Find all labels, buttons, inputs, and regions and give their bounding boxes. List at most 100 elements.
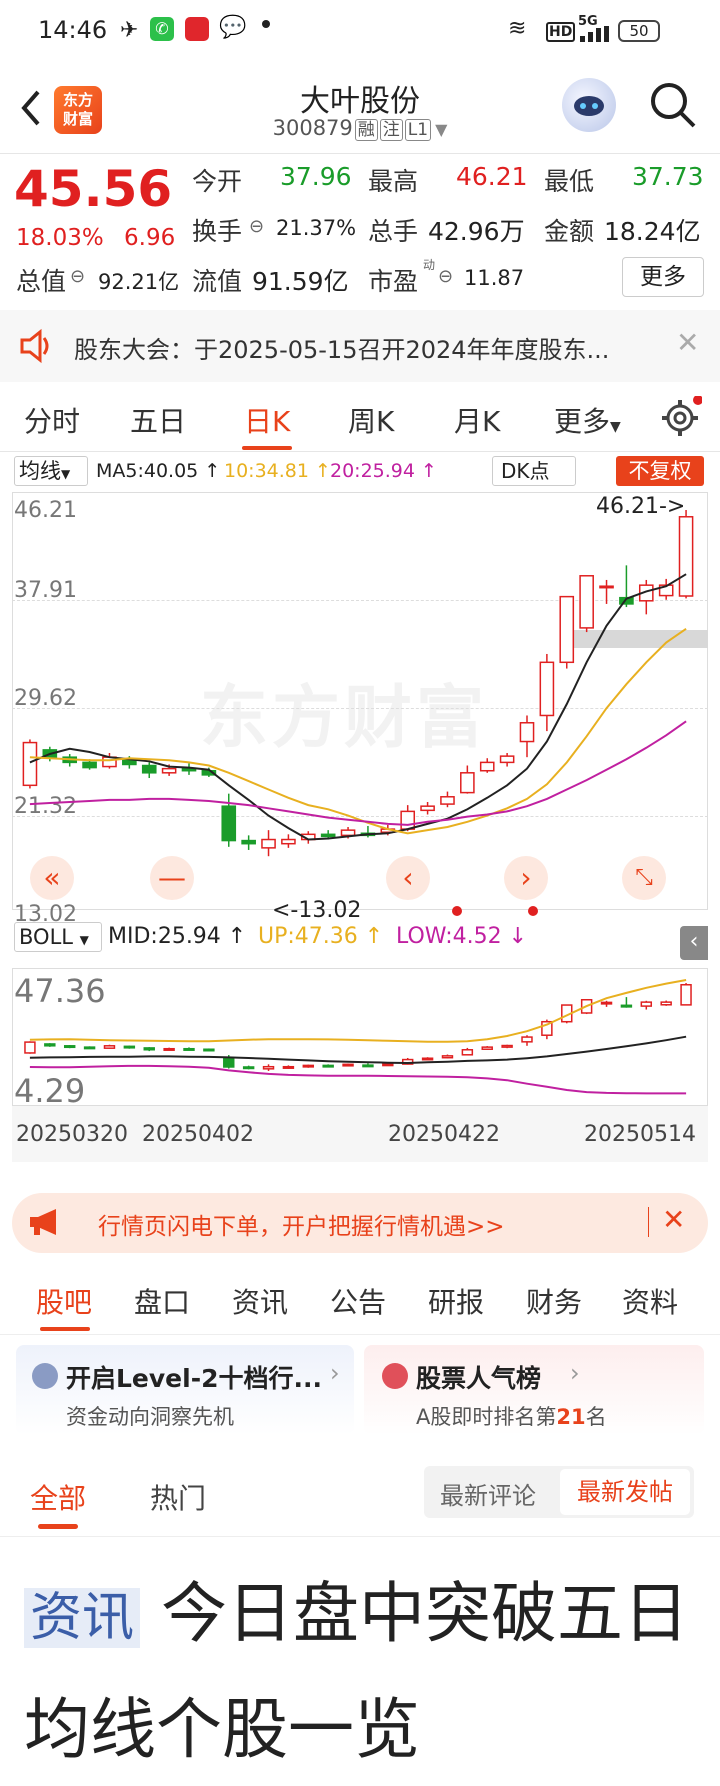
boll-selector[interactable]: BOLL ▼ [14, 922, 102, 952]
settings-icon[interactable] [660, 395, 703, 442]
low-label: 最低 [544, 167, 595, 196]
rank-chart-icon [382, 1363, 408, 1389]
ad-text: 行情页闪电下单，开户把握行情机遇>> [98, 1214, 505, 1240]
kline-candle [82, 761, 97, 769]
tab-guba[interactable]: 股吧 [36, 1281, 92, 1321]
x-tick: 20250402 [142, 1122, 254, 1147]
amount-value: 18.24亿 [604, 217, 701, 246]
tab-five-day[interactable]: 五日 [130, 400, 186, 440]
event-dot[interactable] [528, 906, 538, 916]
boll-low-value: LOW:4.52 [396, 924, 502, 949]
step-left-icon[interactable]: ‹ [386, 856, 430, 900]
notice-banner[interactable]: 股东大会：于2025-05-15召开2024年年度股东... ✕ [0, 310, 720, 382]
collapse-panel-icon[interactable]: ‹ [680, 926, 708, 960]
volume-value: 42.96万 [428, 217, 525, 246]
open-value: 37.96 [280, 162, 352, 191]
tab-daily-k[interactable]: 日K [244, 400, 290, 440]
zoom-out-icon[interactable]: — [150, 856, 194, 900]
min-price-marker: <-13.02 [272, 898, 362, 923]
ma20-line [29, 720, 687, 826]
signal-icon [580, 26, 610, 46]
event-dot[interactable] [452, 906, 462, 916]
trade-ad-banner[interactable]: 行情页闪电下单，开户把握行情机遇>> ✕ [12, 1193, 708, 1253]
sort-latest-post[interactable]: 最新发帖 [560, 1469, 690, 1515]
feed-tab-all[interactable]: 全部 [30, 1477, 86, 1517]
boll-area[interactable] [12, 968, 708, 1106]
total-cap-value: 92.21亿 [98, 270, 180, 294]
popularity-card[interactable]: 股票人气榜 › A股即时排名第21名 [364, 1345, 704, 1435]
high-label: 最高 [368, 167, 419, 196]
megaphone-icon [28, 1207, 68, 1241]
kline-candle [340, 829, 356, 837]
tab-finance[interactable]: 财务 [526, 1281, 582, 1321]
tab-more[interactable]: 更多▼ [554, 400, 621, 440]
info-icon[interactable]: ⊖ [70, 266, 85, 287]
volume-label: 总手 [368, 217, 419, 246]
caret-down-icon: ▼ [610, 419, 621, 435]
feed-tab-hot[interactable]: 热门 [150, 1477, 206, 1517]
caret-down-icon: ▼ [79, 933, 89, 947]
high-value: 46.21 [456, 162, 528, 191]
search-icon[interactable] [648, 80, 698, 134]
popularity-title: 股票人气榜 [416, 1364, 542, 1393]
kline-candle [400, 810, 416, 830]
tab-pankou[interactable]: 盘口 [134, 1281, 190, 1321]
boll-selector-label: BOLL [19, 925, 73, 949]
total-cap-label: 总值 [16, 267, 67, 296]
kline-candle [241, 839, 256, 845]
turnover-value: 21.37% [276, 216, 357, 240]
robot-avatar-icon[interactable] [562, 78, 616, 132]
amount-label: 金额 [544, 217, 595, 246]
wechat-icon: 💬 [219, 15, 247, 40]
phone-icon: ✆ [150, 17, 174, 41]
kline-candle [440, 796, 455, 805]
turnover-info-icon[interactable]: ⊖ [249, 216, 264, 237]
boll-up-label: UP:47.36 ↑ [258, 924, 384, 949]
info-tabs: 股吧 盘口 资讯 公告 研报 财务 资料 [0, 1265, 720, 1335]
tab-monthly-k[interactable]: 月K [454, 400, 500, 440]
close-icon[interactable]: ✕ [676, 326, 699, 359]
scroll-left-icon[interactable]: « [30, 856, 74, 900]
kline-candle [499, 755, 515, 764]
chevron-right-icon: › [330, 1359, 340, 1387]
kline-candle [261, 838, 276, 849]
tab-research[interactable]: 研报 [428, 1281, 484, 1321]
change-percent: 18.03% [16, 225, 104, 251]
article-tag: 资讯 [24, 1587, 141, 1648]
tab-more-label: 更多 [554, 405, 611, 438]
float-cap-label: 流值 [192, 267, 243, 296]
stock-header: 东方 财富 大叶股份 300879 融注 L1 ▼ [0, 64, 720, 154]
rank-number: 21 [556, 1405, 586, 1429]
open-label: 今开 [192, 167, 243, 196]
fullscreen-icon[interactable]: ⤡ [622, 856, 666, 900]
level2-card[interactable]: 开启Level-2十档行... › 资金动向洞察先机 [16, 1345, 354, 1435]
level2-icon [32, 1363, 58, 1389]
tab-profile[interactable]: 资料 [622, 1281, 678, 1321]
article-headline-block[interactable]: 资讯 今日盘中突破五日均线个股一览 [24, 1558, 704, 1786]
kline-candle [320, 833, 336, 838]
max-price-marker: 46.21-> [596, 494, 686, 519]
boll-mid-label: MID:25.94 ↑ [108, 924, 247, 949]
kline-candle [479, 761, 495, 772]
kline-candle [678, 516, 694, 597]
step-right-icon[interactable]: › [504, 856, 548, 900]
tab-weekly-k[interactable]: 周K [348, 400, 394, 440]
sort-toggle: 最新评论 最新发帖 [424, 1466, 694, 1518]
tab-news[interactable]: 资讯 [232, 1281, 288, 1321]
kline-candle [281, 838, 296, 845]
kline-candle [599, 585, 614, 589]
tab-announcements[interactable]: 公告 [330, 1281, 386, 1321]
ad-close-icon[interactable]: ✕ [662, 1203, 685, 1236]
kline-candle [539, 661, 555, 717]
divider [0, 1536, 720, 1537]
tag-registered: 注 [379, 119, 403, 141]
sort-latest-comment[interactable]: 最新评论 [440, 1476, 536, 1511]
kline-candle [221, 805, 237, 842]
hd-icon: HD [546, 22, 576, 42]
boll-low-label: LOW:4.52 ↓ [396, 924, 528, 949]
tab-intraday[interactable]: 分时 [24, 400, 80, 440]
x-tick: 20250320 [16, 1122, 128, 1147]
pe-info-icon[interactable]: ⊖ [438, 266, 453, 287]
more-button[interactable]: 更多 [622, 257, 704, 297]
rank-prefix: A股即时排名第 [416, 1405, 557, 1429]
